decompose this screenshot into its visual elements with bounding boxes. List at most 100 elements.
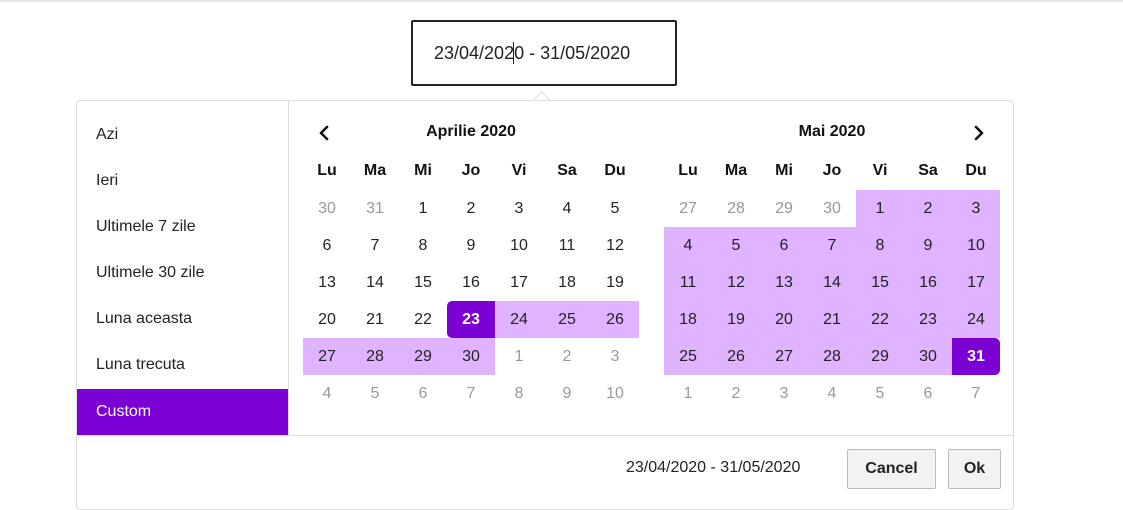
day-cell-may[interactable]: 18 bbox=[664, 301, 712, 338]
range-item-custom[interactable]: Custom bbox=[77, 389, 288, 435]
range-item-luna-trecuta[interactable]: Luna trecuta bbox=[77, 342, 288, 388]
next-month-button[interactable] bbox=[965, 119, 993, 147]
day-cell-april[interactable]: 8 bbox=[495, 375, 543, 412]
day-cell-may[interactable]: 10 bbox=[952, 227, 1000, 264]
day-cell-april[interactable]: 15 bbox=[399, 264, 447, 301]
input-value-start: 23/04/202 bbox=[434, 42, 515, 63]
day-cell-may[interactable]: 19 bbox=[712, 301, 760, 338]
day-cell-april[interactable]: 16 bbox=[447, 264, 495, 301]
day-cell-april[interactable]: 5 bbox=[351, 375, 399, 412]
day-cell-april[interactable]: 31 bbox=[351, 190, 399, 227]
day-cell-may[interactable]: 27 bbox=[664, 190, 712, 227]
day-cell-april[interactable]: 24 bbox=[495, 301, 543, 338]
day-cell-may[interactable]: 30 bbox=[808, 190, 856, 227]
day-cell-april[interactable]: 1 bbox=[495, 338, 543, 375]
day-cell-may[interactable]: 2 bbox=[904, 190, 952, 227]
range-item-ieri[interactable]: Ieri bbox=[77, 158, 288, 204]
day-cell-april[interactable]: 17 bbox=[495, 264, 543, 301]
daterange-picker: Azi Ieri Ultimele 7 zile Ultimele 30 zile Lu… bbox=[76, 100, 1014, 510]
day-cell-may[interactable]: 23 bbox=[904, 301, 952, 338]
day-cell-may[interactable]: 4 bbox=[664, 227, 712, 264]
day-cell-may[interactable]: 7 bbox=[952, 375, 1000, 412]
day-cell-may[interactable]: 7 bbox=[808, 227, 856, 264]
day-cell-april[interactable]: 28 bbox=[351, 338, 399, 375]
day-cell-may[interactable]: 1 bbox=[856, 190, 904, 227]
day-cell-may[interactable]: 15 bbox=[856, 264, 904, 301]
day-cell-april[interactable]: 3 bbox=[495, 190, 543, 227]
day-cell-april[interactable]: 1 bbox=[399, 190, 447, 227]
day-cell-may[interactable]: 16 bbox=[904, 264, 952, 301]
day-cell-april[interactable]: 12 bbox=[591, 227, 639, 264]
day-cell-may[interactable]: 5 bbox=[856, 375, 904, 412]
day-cell-may[interactable]: 3 bbox=[952, 190, 1000, 227]
day-cell-may[interactable]: 25 bbox=[664, 338, 712, 375]
day-cell-april[interactable]: 8 bbox=[399, 227, 447, 264]
day-cell-april[interactable]: 30 bbox=[303, 190, 351, 227]
day-cell-may[interactable]: 28 bbox=[808, 338, 856, 375]
ok-button[interactable]: Ok bbox=[948, 449, 1001, 489]
day-cell-may[interactable]: 6 bbox=[904, 375, 952, 412]
date-range-input[interactable]: 23/04/202 0 - 31/05/2020 bbox=[411, 20, 677, 86]
day-cell-may[interactable]: 4 bbox=[808, 375, 856, 412]
day-cell-april[interactable]: 3 bbox=[591, 338, 639, 375]
range-item-luna-aceasta[interactable]: Luna aceasta bbox=[77, 296, 288, 342]
day-cell-april[interactable]: 7 bbox=[447, 375, 495, 412]
day-cell-may[interactable]: 9 bbox=[904, 227, 952, 264]
day-cell-may[interactable]: 29 bbox=[760, 190, 808, 227]
day-cell-may[interactable]: 17 bbox=[952, 264, 1000, 301]
day-cell-april[interactable]: 29 bbox=[399, 338, 447, 375]
day-cell-april[interactable]: 4 bbox=[543, 190, 591, 227]
day-cell-april[interactable]: 23 bbox=[447, 301, 495, 338]
day-cell-may[interactable]: 8 bbox=[856, 227, 904, 264]
day-cell-april[interactable]: 9 bbox=[447, 227, 495, 264]
day-cell-may[interactable]: 24 bbox=[952, 301, 1000, 338]
day-cell-may[interactable]: 30 bbox=[904, 338, 952, 375]
day-cell-april[interactable]: 20 bbox=[303, 301, 351, 338]
cancel-button[interactable]: Cancel bbox=[847, 449, 936, 489]
day-cell-may[interactable]: 3 bbox=[760, 375, 808, 412]
day-cell-april[interactable]: 2 bbox=[447, 190, 495, 227]
day-cell-may[interactable]: 5 bbox=[712, 227, 760, 264]
day-cell-april[interactable]: 18 bbox=[543, 264, 591, 301]
range-item-azi[interactable]: Azi bbox=[77, 112, 288, 158]
day-cell-april[interactable]: 21 bbox=[351, 301, 399, 338]
day-cell-april[interactable]: 14 bbox=[351, 264, 399, 301]
weekday-header: Du bbox=[604, 162, 626, 179]
day-cell-may[interactable]: 13 bbox=[760, 264, 808, 301]
day-cell-may[interactable]: 12 bbox=[712, 264, 760, 301]
day-cell-may[interactable]: 26 bbox=[712, 338, 760, 375]
day-cell-may[interactable]: 31 bbox=[952, 338, 1000, 375]
day-cell-april[interactable]: 25 bbox=[543, 301, 591, 338]
day-cell-april[interactable]: 11 bbox=[543, 227, 591, 264]
day-cell-may[interactable]: 29 bbox=[856, 338, 904, 375]
day-cell-april[interactable]: 6 bbox=[399, 375, 447, 412]
day-cell-april[interactable]: 30 bbox=[447, 338, 495, 375]
day-cell-may[interactable]: 22 bbox=[856, 301, 904, 338]
day-cell-may[interactable]: 6 bbox=[760, 227, 808, 264]
day-cell-april[interactable]: 10 bbox=[495, 227, 543, 264]
day-cell-april[interactable]: 2 bbox=[543, 338, 591, 375]
day-cell-may[interactable]: 11 bbox=[664, 264, 712, 301]
day-cell-april[interactable]: 27 bbox=[303, 338, 351, 375]
day-cell-april[interactable]: 13 bbox=[303, 264, 351, 301]
day-cell-may[interactable]: 28 bbox=[712, 190, 760, 227]
day-cell-may[interactable]: 21 bbox=[808, 301, 856, 338]
range-item-ultimele-30-zile[interactable]: Ultimele 30 zile bbox=[77, 250, 288, 296]
day-cell-may[interactable]: 20 bbox=[760, 301, 808, 338]
day-cell-april[interactable]: 26 bbox=[591, 301, 639, 338]
weekday-header: Vi bbox=[872, 162, 888, 179]
day-cell-april[interactable]: 4 bbox=[303, 375, 351, 412]
day-cell-april[interactable]: 6 bbox=[303, 227, 351, 264]
day-cell-april[interactable]: 10 bbox=[591, 375, 639, 412]
day-cell-april[interactable]: 19 bbox=[591, 264, 639, 301]
day-cell-april[interactable]: 5 bbox=[591, 190, 639, 227]
range-item-ultimele-7-zile[interactable]: Ultimele 7 zile bbox=[77, 204, 288, 250]
day-cell-april[interactable]: 9 bbox=[543, 375, 591, 412]
day-cell-may[interactable]: 27 bbox=[760, 338, 808, 375]
day-cell-april[interactable]: 22 bbox=[399, 301, 447, 338]
prev-month-button[interactable] bbox=[310, 119, 338, 147]
day-cell-may[interactable]: 14 bbox=[808, 264, 856, 301]
day-cell-may[interactable]: 1 bbox=[664, 375, 712, 412]
day-cell-april[interactable]: 7 bbox=[351, 227, 399, 264]
day-cell-may[interactable]: 2 bbox=[712, 375, 760, 412]
